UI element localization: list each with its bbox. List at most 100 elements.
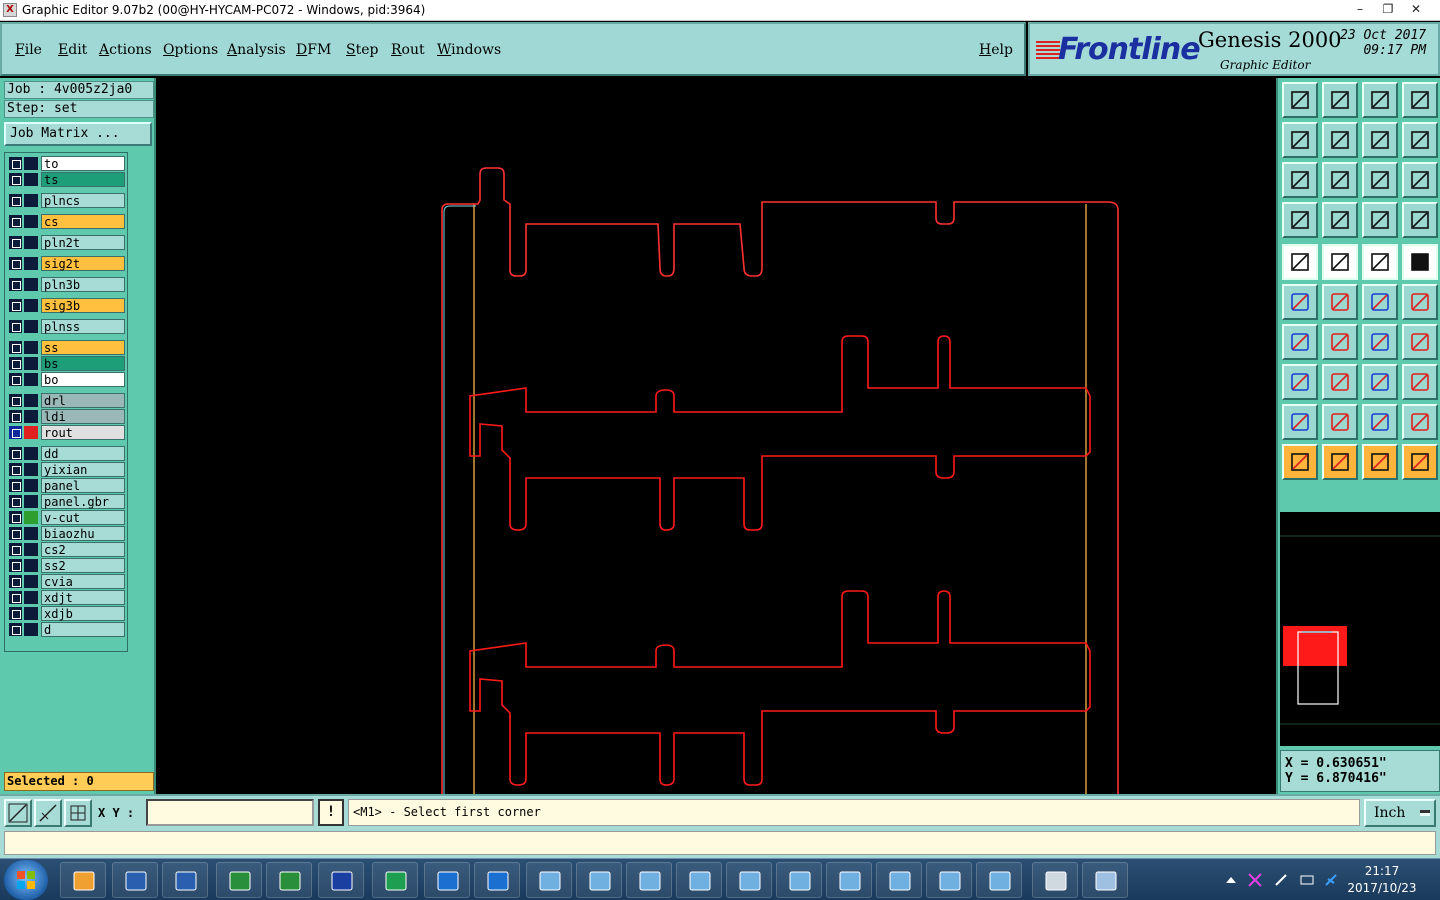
layer-checkbox[interactable] [9,341,22,354]
tool-button[interactable] [1402,82,1438,118]
taskbar-item[interactable] [526,862,572,898]
menu-actions[interactable]: Actions [99,42,152,58]
menu-rout[interactable]: Rout [391,42,425,58]
menu-analysis[interactable]: Analysis [227,42,286,58]
layer-row-dd[interactable]: dd [7,446,127,461]
taskbar-item[interactable] [162,862,208,898]
layer-checkbox[interactable] [9,394,22,407]
layer-checkbox[interactable] [9,543,22,556]
overview-map[interactable] [1280,512,1440,746]
layer-row-cvia[interactable]: cvia [7,574,127,589]
tool-button[interactable] [1282,404,1318,440]
tool-button[interactable] [1362,202,1398,238]
tool-button[interactable] [1362,324,1398,360]
menu-edit[interactable]: Edit [58,42,87,58]
layer-row-cs2[interactable]: cs2 [7,542,127,557]
snap-button[interactable] [4,799,32,827]
layer-checkbox[interactable] [9,215,22,228]
taskbar-item[interactable] [424,862,470,898]
layer-row-sig2t[interactable]: sig2t [7,256,127,271]
layer-row-plnss[interactable]: plnss [7,319,127,334]
layer-row-biaozhu[interactable]: biaozhu [7,526,127,541]
layer-row-bo[interactable]: bo [7,372,127,387]
layer-checkbox[interactable] [9,257,22,270]
maximize-button[interactable]: ❐ [1374,0,1402,18]
layer-checkbox[interactable] [9,591,22,604]
layer-checkbox[interactable] [9,575,22,588]
layer-checkbox[interactable] [9,299,22,312]
tool-button[interactable] [1322,444,1358,480]
tool-button[interactable] [1322,324,1358,360]
tool-button[interactable] [1402,202,1438,238]
tool-button[interactable] [1322,202,1358,238]
close-button[interactable]: ✕ [1402,0,1430,18]
tool-button[interactable] [1282,324,1318,360]
tool-button[interactable] [1402,162,1438,198]
taskbar-item[interactable] [1082,862,1128,898]
tool-button[interactable] [1282,284,1318,320]
layer-checkbox[interactable] [9,278,22,291]
layer-checkbox[interactable] [9,463,22,476]
layer-checkbox[interactable] [9,511,22,524]
layer-row-yixian[interactable]: yixian [7,462,127,477]
tool-button[interactable] [1402,284,1438,320]
menu-windows[interactable]: Windows [437,42,501,58]
layer-row-v-cut[interactable]: v-cut [7,510,127,525]
tool-button[interactable] [1402,122,1438,158]
layer-checkbox[interactable] [9,559,22,572]
layer-checkbox[interactable] [9,607,22,620]
tool-button[interactable] [1282,244,1318,280]
layer-checkbox[interactable] [9,320,22,333]
tool-button[interactable] [1402,244,1438,280]
layer-checkbox[interactable] [9,410,22,423]
layer-row-xdjb[interactable]: xdjb [7,606,127,621]
tool-button[interactable] [1362,444,1398,480]
taskbar-item[interactable] [216,862,262,898]
tool-button[interactable] [1362,162,1398,198]
layer-checkbox[interactable] [9,157,22,170]
layer-row-ss[interactable]: ss [7,340,127,355]
tray-expand-icon[interactable] [1224,873,1238,887]
layer-checkbox[interactable] [9,426,22,439]
tool-button[interactable] [1322,162,1358,198]
layer-checkbox[interactable] [9,357,22,370]
tool-button[interactable] [1282,82,1318,118]
taskbar-item[interactable] [60,862,106,898]
menu-help[interactable]: Help [979,42,1013,58]
layer-row-to[interactable]: to [7,156,127,171]
taskbar-item[interactable] [372,862,418,898]
tool-button[interactable] [1282,444,1318,480]
layer-row-plncs[interactable]: plncs [7,193,127,208]
layer-row-sig3b[interactable]: sig3b [7,298,127,313]
layer-row-xdjt[interactable]: xdjt [7,590,127,605]
taskbar-item[interactable] [776,862,822,898]
tool-button[interactable] [1402,324,1438,360]
taskbar-item[interactable] [626,862,672,898]
layer-checkbox[interactable] [9,236,22,249]
tool-button[interactable] [1362,284,1398,320]
units-select[interactable]: Inch [1364,799,1436,827]
start-button[interactable] [4,860,48,900]
layer-checkbox[interactable] [9,495,22,508]
tool-button[interactable] [1402,364,1438,400]
tool-button[interactable] [1322,364,1358,400]
taskbar-item[interactable] [112,862,158,898]
tool-button[interactable] [1362,404,1398,440]
tool-button[interactable] [1362,364,1398,400]
tool-button[interactable] [1362,82,1398,118]
layer-checkbox[interactable] [9,173,22,186]
layer-checkbox[interactable] [9,194,22,207]
layer-checkbox[interactable] [9,527,22,540]
layer-row-ts[interactable]: ts [7,172,127,187]
layer-row-d[interactable]: d [7,622,127,637]
layer-row-drl[interactable]: drl [7,393,127,408]
menu-options[interactable]: Options [163,42,218,58]
taskbar-item[interactable] [726,862,772,898]
tool-button[interactable] [1322,284,1358,320]
taskbar-item[interactable] [826,862,872,898]
layer-row-panel-gbr[interactable]: panel.gbr [7,494,127,509]
tool-button[interactable] [1362,122,1398,158]
taskbar-item[interactable] [266,862,312,898]
taskbar-item[interactable] [676,862,722,898]
menu-step[interactable]: Step [346,42,378,58]
